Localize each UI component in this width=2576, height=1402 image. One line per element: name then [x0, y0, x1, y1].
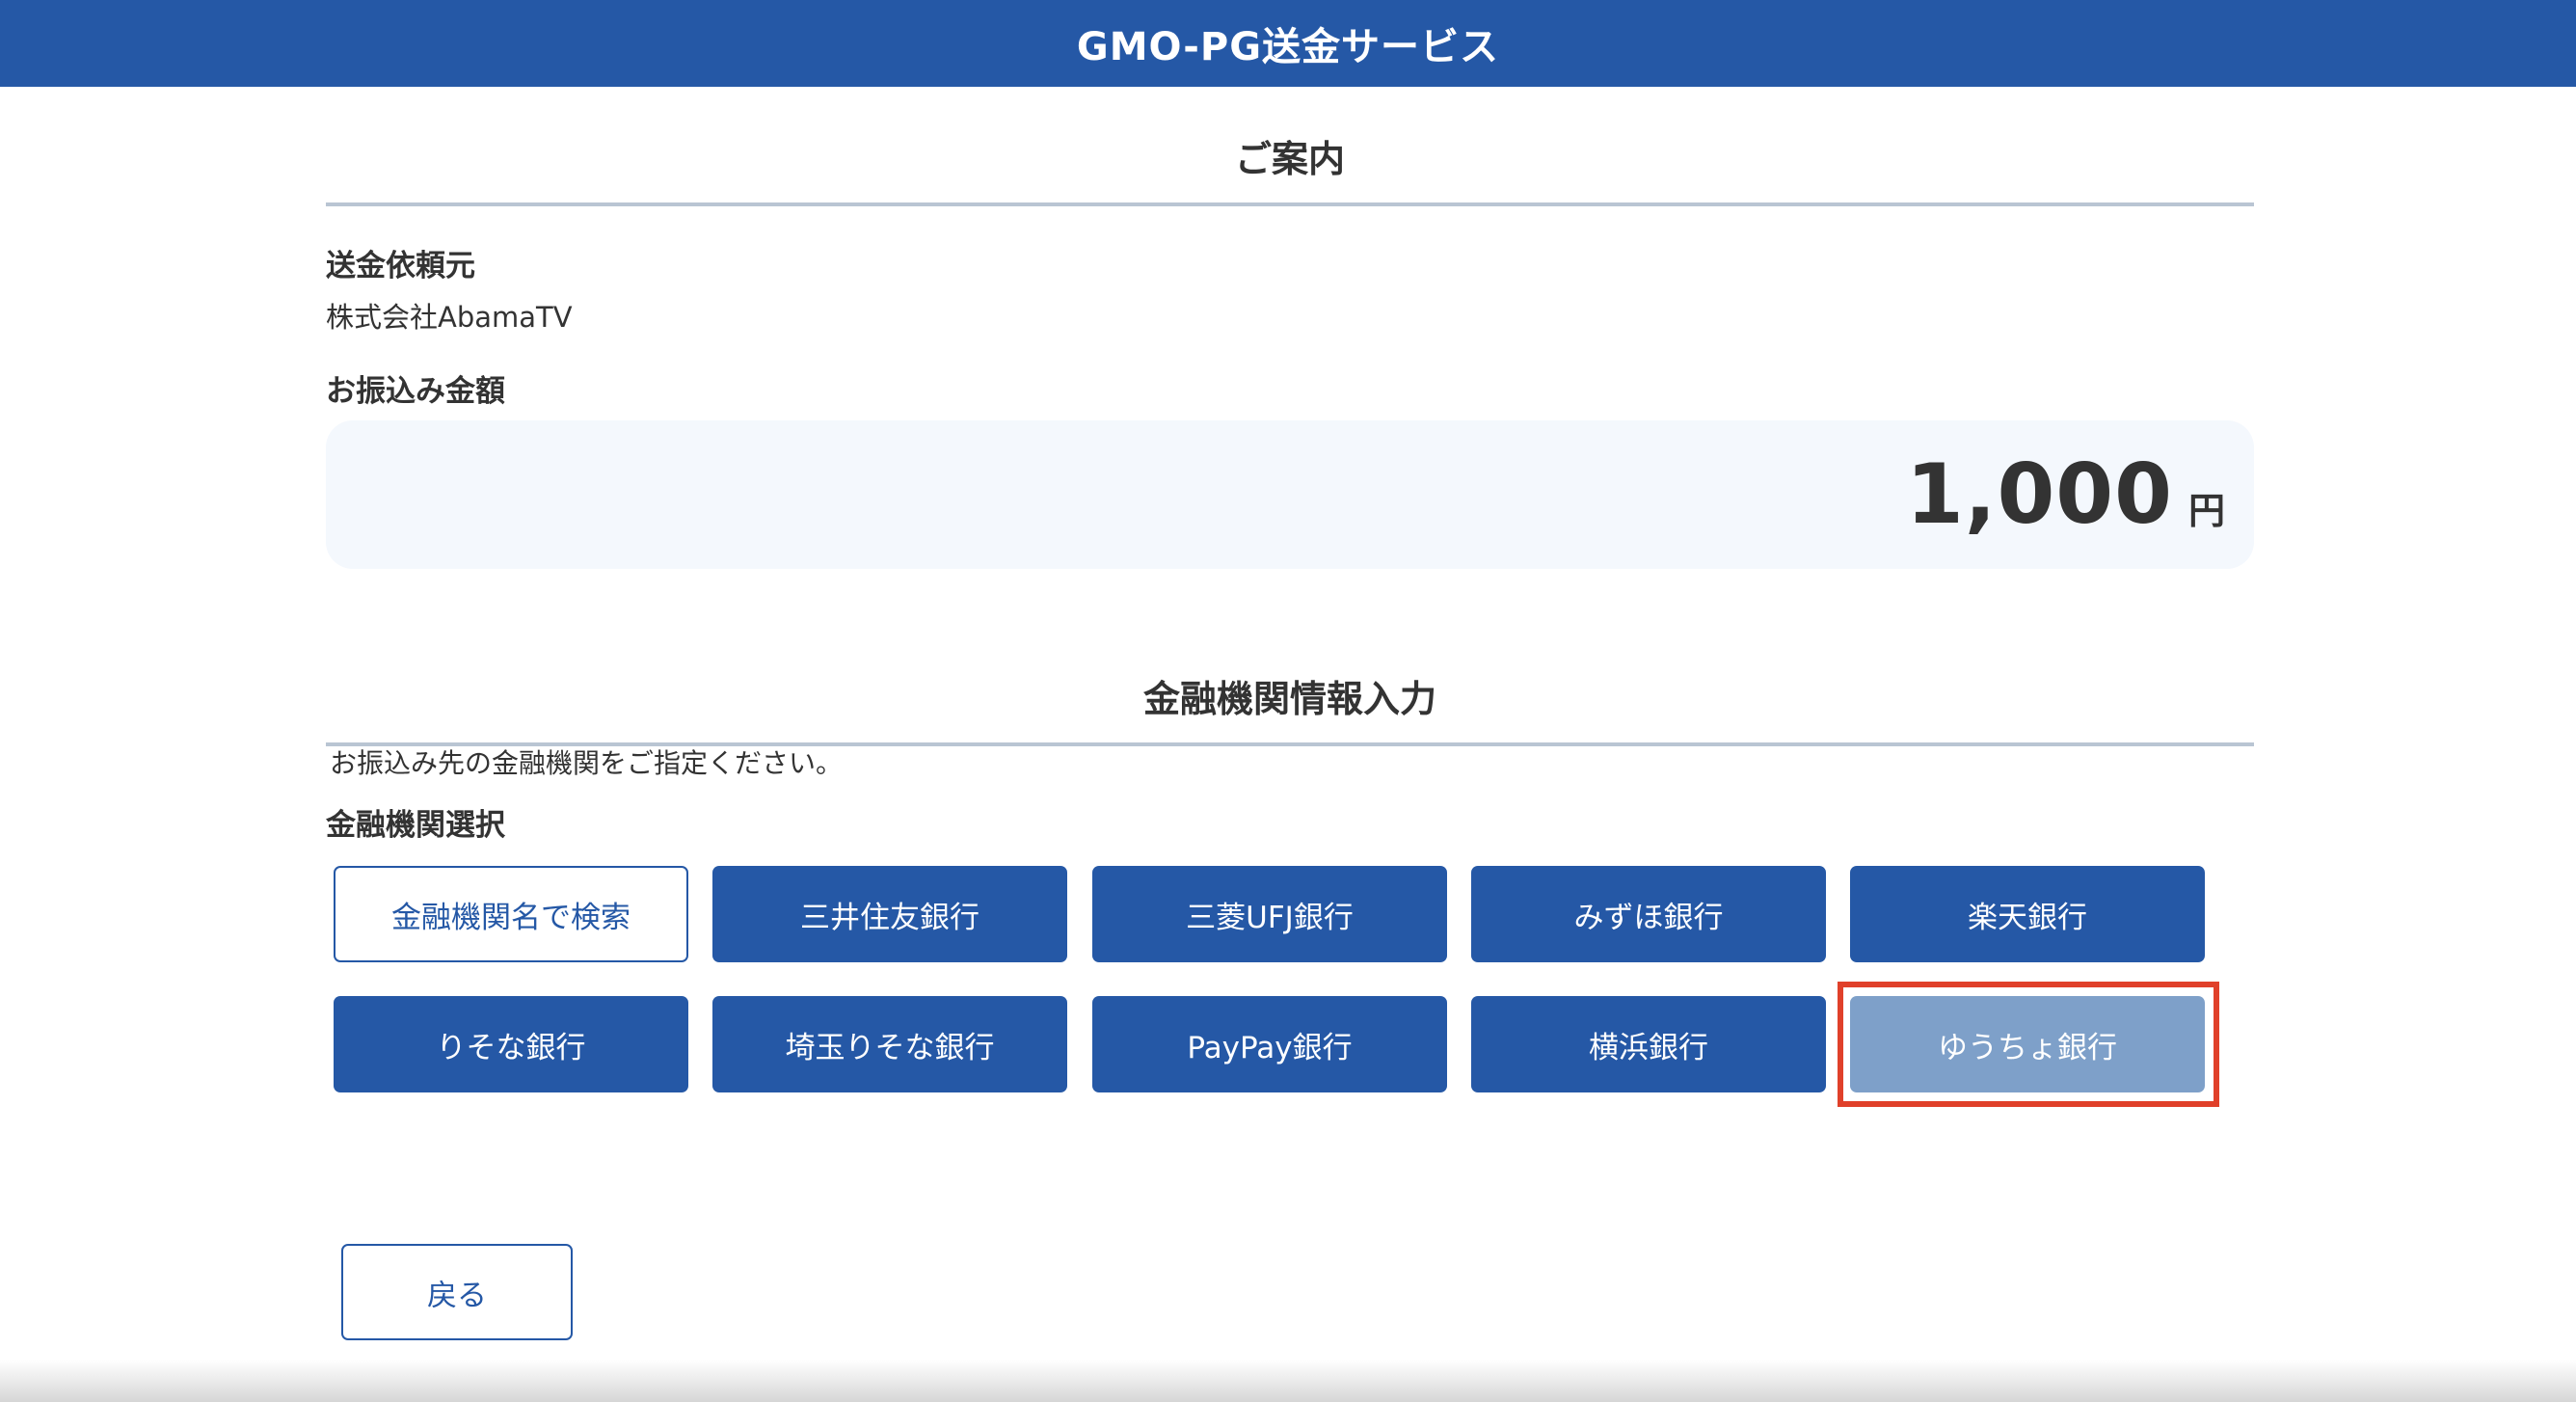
bank-section-title: 金融機関情報入力 [326, 627, 2254, 746]
guide-section-title: ご案内 [326, 87, 2254, 206]
bank-button-rakuten[interactable]: 楽天銀行 [1850, 866, 2205, 962]
bank-button-saitama-resona[interactable]: 埼玉りそな銀行 [712, 996, 1067, 1092]
amount-label: お振込み金額 [326, 374, 505, 409]
bank-button-resona[interactable]: りそな銀行 [334, 996, 688, 1092]
bank-select-label: 金融機関選択 [326, 808, 505, 843]
app-header: GMO-PG送金サービス [0, 0, 2576, 87]
main-content: ご案内 送金依頼元 株式会社AbamaTV お振込み金額 1,000 円 金融機… [326, 87, 2254, 1340]
bank-button-mufg[interactable]: 三菱UFJ銀行 [1092, 866, 1447, 962]
window-bottom-edge [0, 1360, 2576, 1402]
bank-search-button[interactable]: 金融機関名で検索 [334, 866, 688, 962]
amount-box: 1,000 円 [326, 420, 2254, 569]
bank-button-smbc[interactable]: 三井住友銀行 [712, 866, 1067, 962]
amount-value: 1,000 [1905, 446, 2173, 543]
amount-unit: 円 [2187, 489, 2225, 532]
bank-instruction: お振込み先の金融機関をご指定ください。 [330, 747, 844, 779]
sender-value: 株式会社AbamaTV [326, 301, 573, 334]
sender-label: 送金依頼元 [326, 249, 475, 283]
bank-button-paypay[interactable]: PayPay銀行 [1092, 996, 1447, 1092]
app-title: GMO-PG送金サービス [1076, 25, 1500, 69]
bank-button-mizuho[interactable]: みずほ銀行 [1471, 866, 1826, 962]
back-button[interactable]: 戻る [341, 1244, 573, 1340]
bank-button-yokohama[interactable]: 横浜銀行 [1471, 996, 1826, 1092]
bank-button-yucho[interactable]: ゆうちょ銀行 [1850, 996, 2205, 1092]
